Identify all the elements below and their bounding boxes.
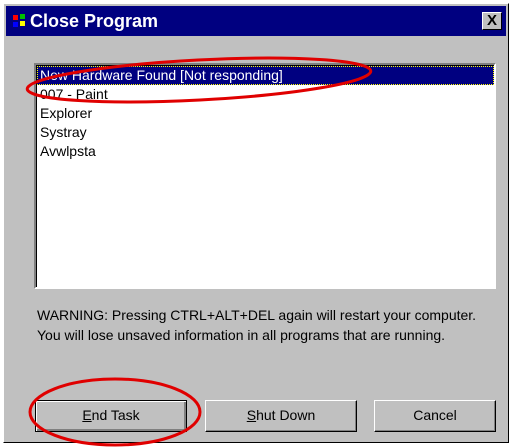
title-bar[interactable]: Close Program X [6, 6, 506, 36]
windows-flag-icon [13, 14, 25, 27]
end-task-accel: E [82, 407, 92, 423]
shut-down-accel: S [246, 407, 257, 423]
process-list[interactable]: New Hardware Found [Not responding] 007 -… [34, 63, 496, 289]
process-list-items: New Hardware Found [Not responding] 007 -… [36, 65, 494, 287]
close-button[interactable]: X [482, 12, 502, 30]
shut-down-button[interactable]: Shut Down [205, 400, 357, 432]
end-task-label: nd Task [91, 407, 140, 423]
process-list-item[interactable]: 007 - Paint [37, 85, 494, 104]
end-task-button[interactable]: End Task [35, 400, 187, 432]
shut-down-label: hut Down [256, 407, 316, 423]
window-title: Close Program [30, 11, 159, 31]
close-program-dialog: Close Program X New Hardware Found [Not … [3, 3, 509, 443]
process-list-item[interactable]: New Hardware Found [Not responding] [37, 66, 494, 85]
process-list-item[interactable]: Systray [37, 123, 494, 142]
process-list-item[interactable]: Avwlpsta [37, 142, 494, 161]
warning-text: WARNING: Pressing CTRL+ALT+DEL again wil… [37, 307, 477, 343]
cancel-button[interactable]: Cancel [374, 400, 496, 432]
process-list-item[interactable]: Explorer [37, 104, 494, 123]
